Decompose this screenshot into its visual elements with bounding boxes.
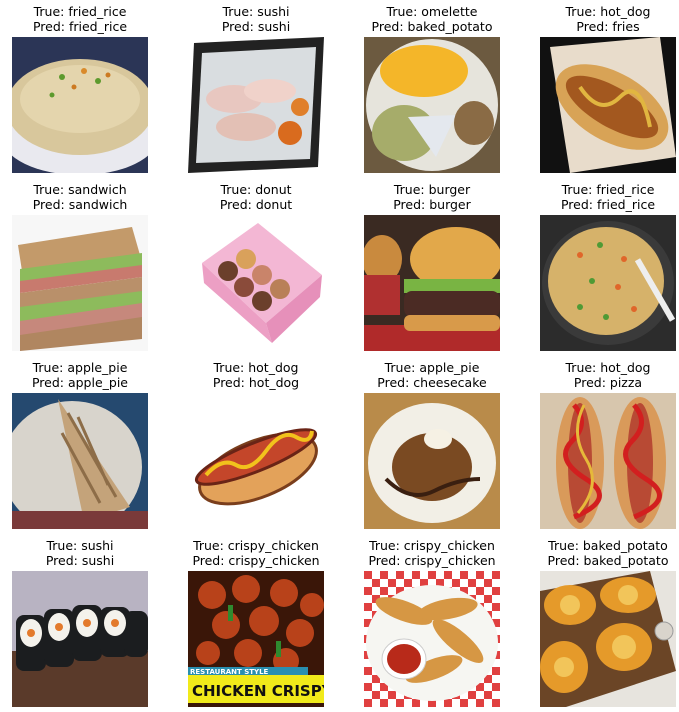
- panel-4: True: hot_dog Pred: fries: [528, 0, 679, 178]
- apple-pie-slice-image: [12, 393, 148, 529]
- chicken-tenders-image: [364, 571, 500, 707]
- true-label: True: hot_dog: [565, 360, 651, 375]
- apple-pie-plate-image: [364, 393, 500, 529]
- hot-dog-cartoon-image: [188, 393, 324, 529]
- pred-label: Pred: crispy_chicken: [192, 553, 320, 568]
- panel-8: True: fried_rice Pred: fried_rice: [528, 178, 679, 356]
- panel-11: True: apple_pie Pred: cheesecake: [352, 356, 512, 534]
- panel-1: True: fried_rice Pred: fried_rice: [0, 0, 160, 178]
- pred-label: Pred: pizza: [573, 375, 643, 390]
- pred-label: Pred: fried_rice: [32, 19, 128, 34]
- donut-box-image: [188, 215, 324, 351]
- prediction-grid: True: fried_rice Pred: fried_rice True: …: [0, 0, 679, 712]
- panel-14: True: crispy_chicken Pred: crispy_chicke…: [176, 534, 336, 712]
- pred-label: Pred: baked_potato: [547, 553, 669, 568]
- baked-potatoes-image: [540, 571, 676, 707]
- pred-label: Pred: fried_rice: [560, 197, 656, 212]
- sushi-rolls-image: [12, 571, 148, 707]
- crispy-chicken-dish-image: RESTAURANT STYLE CHICKEN CRISPY: [188, 571, 324, 707]
- true-label: True: sandwich: [33, 182, 127, 197]
- fried-rice-pan-image: [540, 215, 676, 351]
- pred-label: Pred: baked_potato: [371, 19, 493, 34]
- panel-3: True: omelette Pred: baked_potato: [352, 0, 512, 178]
- sushi-plate-image: [188, 37, 324, 173]
- sandwich-stack-image: [12, 215, 148, 351]
- pred-label: Pred: hot_dog: [212, 375, 300, 390]
- pred-label: Pred: crispy_chicken: [368, 553, 496, 568]
- overlay-subtitle: RESTAURANT STYLE: [190, 668, 269, 676]
- panel-6: True: donut Pred: donut: [176, 178, 336, 356]
- hot-dog-photo-image: [540, 37, 676, 173]
- panel-16: True: baked_potato Pred: baked_potato: [528, 534, 679, 712]
- pred-label: Pred: sandwich: [32, 197, 128, 212]
- true-label: True: sushi: [46, 538, 114, 553]
- pred-label: Pred: burger: [393, 197, 471, 212]
- panel-10: True: hot_dog Pred: hot_dog: [176, 356, 336, 534]
- true-label: True: omelette: [386, 4, 478, 19]
- panel-15: True: crispy_chicken Pred: crispy_chicke…: [352, 534, 512, 712]
- true-label: True: fried_rice: [561, 182, 655, 197]
- panel-9: True: apple_pie Pred: apple_pie: [0, 356, 160, 534]
- hot-dogs-ketchup-image: [540, 393, 676, 529]
- true-label: True: apple_pie: [32, 360, 128, 375]
- omelette-plate-image: [364, 37, 500, 173]
- pred-label: Pred: donut: [219, 197, 293, 212]
- pred-label: Pred: sushi: [221, 19, 291, 34]
- overlay-title: CHICKEN CRISPY: [192, 682, 324, 700]
- panel-7: True: burger Pred: burger: [352, 178, 512, 356]
- pred-label: Pred: cheesecake: [377, 375, 487, 390]
- true-label: True: crispy_chicken: [193, 538, 319, 553]
- burger-photo-image: [364, 215, 500, 351]
- panel-13: True: sushi Pred: sushi: [0, 534, 160, 712]
- pred-label: Pred: apple_pie: [31, 375, 129, 390]
- fried-rice-bowl-image: [12, 37, 148, 173]
- true-label: True: hot_dog: [565, 4, 651, 19]
- true-label: True: fried_rice: [33, 4, 127, 19]
- true-label: True: donut: [220, 182, 292, 197]
- panel-2: True: sushi Pred: sushi: [176, 0, 336, 178]
- true-label: True: baked_potato: [548, 538, 668, 553]
- true-label: True: crispy_chicken: [369, 538, 495, 553]
- true-label: True: sushi: [222, 4, 290, 19]
- panel-12: True: hot_dog Pred: pizza: [528, 356, 679, 534]
- true-label: True: apple_pie: [384, 360, 480, 375]
- pred-label: Pred: sushi: [45, 553, 115, 568]
- true-label: True: hot_dog: [213, 360, 299, 375]
- pred-label: Pred: fries: [576, 19, 640, 34]
- panel-5: True: sandwich Pred: sandwich: [0, 178, 160, 356]
- true-label: True: burger: [393, 182, 471, 197]
